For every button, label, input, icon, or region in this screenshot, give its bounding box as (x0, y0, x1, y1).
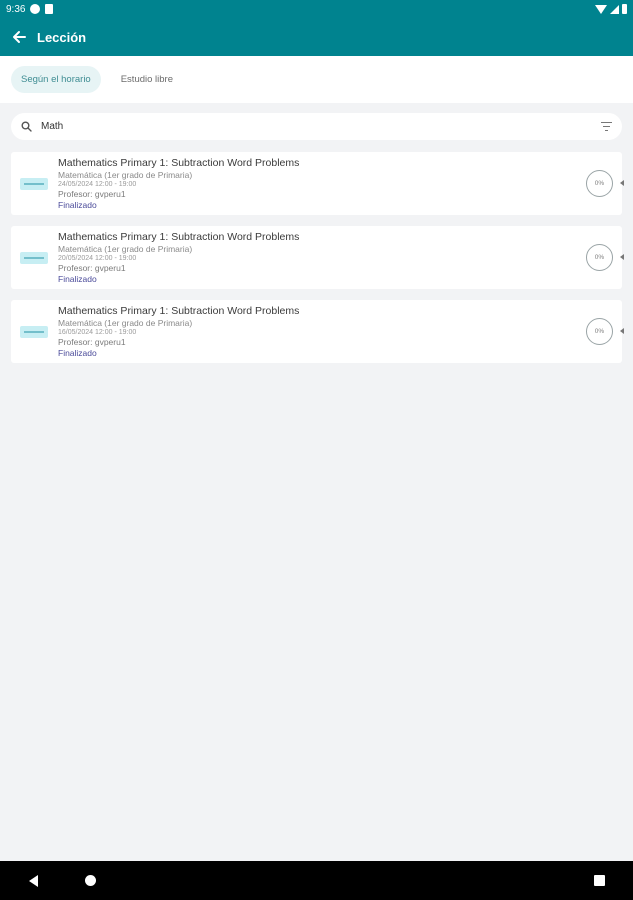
lesson-subject: Matemática (1er grado de Primaria) (58, 243, 193, 254)
nav-back-icon[interactable] (29, 875, 38, 887)
status-time: 9:36 (6, 3, 26, 15)
lesson-teacher: Profesor: gvperu1 (58, 188, 126, 199)
lesson-teacher: Profesor: gvperu1 (58, 262, 126, 273)
lesson-status: Finalizado (58, 199, 97, 210)
search-bar (11, 113, 622, 140)
wifi-icon (595, 4, 607, 14)
lesson-teacher: Profesor: gvperu1 (58, 336, 126, 347)
nav-home-icon[interactable] (85, 875, 96, 886)
lesson-date: 24/05/2024 12:00 - 19:00 (58, 180, 137, 188)
lesson-list: Mathematics Primary 1: Subtraction Word … (11, 152, 624, 374)
status-bar: 9:36 (0, 0, 633, 18)
tab-free-study[interactable]: Estudio libre (111, 66, 183, 93)
lesson-thumbnail (20, 177, 48, 190)
lesson-title: Mathematics Primary 1: Subtraction Word … (58, 156, 300, 169)
filter-icon[interactable] (600, 121, 612, 132)
lesson-thumbnail (20, 251, 48, 264)
lesson-status: Finalizado (58, 347, 97, 358)
lesson-subject: Matemática (1er grado de Primaria) (58, 169, 193, 180)
arrow-back-icon[interactable] (11, 29, 27, 45)
chevron-left-icon (620, 254, 624, 260)
lesson-date: 20/05/2024 12:00 - 19:00 (58, 254, 137, 262)
tab-bar: Según el horario Estudio libre (0, 56, 633, 103)
app-bar: Lección (0, 18, 633, 56)
progress-ring: 0% (586, 244, 613, 271)
lesson-subject: Matemática (1er grado de Primaria) (58, 317, 193, 328)
lesson-thumbnail (20, 325, 48, 338)
progress-ring: 0% (586, 318, 613, 345)
lesson-date: 16/05/2024 12:00 - 19:00 (58, 328, 137, 336)
battery-icon (622, 4, 627, 14)
system-nav-bar (0, 861, 633, 900)
lesson-status: Finalizado (58, 273, 97, 284)
lesson-title: Mathematics Primary 1: Subtraction Word … (58, 230, 300, 243)
lesson-card[interactable]: Mathematics Primary 1: Subtraction Word … (11, 226, 624, 289)
search-input[interactable] (41, 121, 600, 132)
notification-icon (30, 4, 41, 14)
lesson-card[interactable]: Mathematics Primary 1: Subtraction Word … (11, 152, 624, 215)
tab-schedule[interactable]: Según el horario (11, 66, 101, 93)
signal-icon (610, 4, 619, 14)
search-icon (21, 121, 33, 133)
page-title: Lección (37, 29, 87, 45)
nav-recents-icon[interactable] (594, 875, 605, 886)
chevron-left-icon (620, 328, 624, 334)
lesson-card[interactable]: Mathematics Primary 1: Subtraction Word … (11, 300, 624, 363)
progress-ring: 0% (586, 170, 613, 197)
sim-card-icon (45, 4, 54, 14)
chevron-left-icon (620, 180, 624, 186)
lesson-title: Mathematics Primary 1: Subtraction Word … (58, 304, 300, 317)
